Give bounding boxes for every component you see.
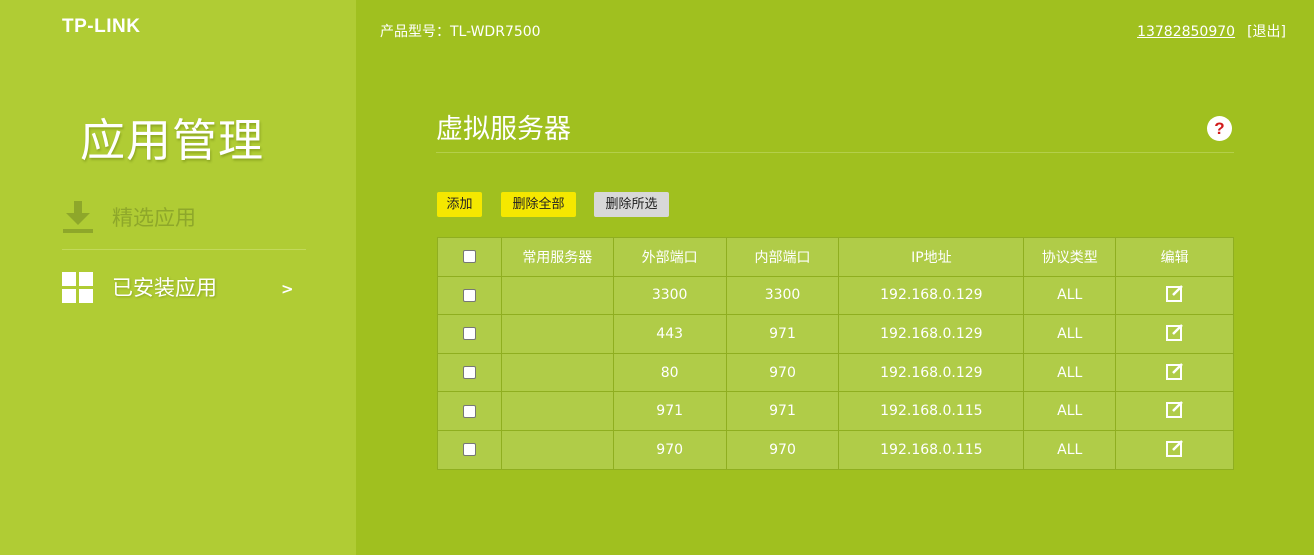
column-header: 内部端口 [725, 237, 840, 277]
edit-cell [1115, 314, 1234, 354]
row-select-cell [437, 275, 502, 316]
sidebar-item-installed-apps[interactable]: 已安装应用 [62, 270, 217, 304]
column-header: 常用服务器 [500, 237, 614, 277]
table-row: 970 970 192.168.0.115 ALL [437, 429, 1234, 470]
chevron-right-icon: > [281, 280, 294, 298]
account-link[interactable]: 13782850970 [1137, 24, 1235, 40]
service-cell [500, 391, 614, 431]
row-checkbox[interactable] [462, 443, 476, 457]
sidebar-item-label: 精选应用 [112, 206, 196, 230]
sidebar-title: 应用管理 [80, 114, 265, 167]
edit-icon[interactable] [1165, 361, 1185, 381]
edit-cell [1115, 275, 1234, 316]
row-select-cell [437, 314, 502, 354]
internal-port-cell: 970 [725, 429, 840, 470]
internal-port-cell: 971 [725, 314, 840, 354]
virtual-server-table: 常用服务器 外部端口 内部端口 IP地址 协议类型 编辑 3300 3300 1… [437, 237, 1234, 470]
ip-address-cell: 192.168.0.115 [838, 429, 1025, 470]
ip-address-cell: 192.168.0.115 [838, 391, 1025, 431]
service-cell [500, 314, 614, 354]
edit-icon[interactable] [1165, 322, 1185, 342]
select-all-checkbox[interactable] [462, 250, 476, 264]
table-row: 443 971 192.168.0.129 ALL [437, 314, 1234, 354]
ip-address-cell: 192.168.0.129 [838, 314, 1025, 354]
table-header-row: 常用服务器 外部端口 内部端口 IP地址 协议类型 编辑 [437, 237, 1234, 277]
delete-all-button[interactable]: 删除全部 [501, 192, 576, 217]
internal-port-cell: 3300 [725, 275, 840, 316]
sidebar-item-label: 已安装应用 [112, 276, 217, 300]
external-port-cell: 970 [612, 429, 727, 470]
row-select-cell [437, 429, 502, 470]
ip-address-cell: 192.168.0.129 [838, 352, 1025, 393]
edit-cell [1115, 391, 1234, 431]
table-row: 80 970 192.168.0.129 ALL [437, 352, 1234, 393]
protocol-cell: ALL [1023, 275, 1117, 316]
product-model: 产品型号：TL-WDR7500 [380, 24, 541, 40]
help-icon[interactable]: ? [1207, 116, 1232, 141]
protocol-cell: ALL [1023, 314, 1117, 354]
row-checkbox[interactable] [462, 288, 476, 302]
tp-link-logo: TP-LINK [62, 16, 141, 37]
add-button[interactable]: 添加 [437, 192, 482, 217]
external-port-cell: 3300 [612, 275, 727, 316]
edit-cell [1115, 352, 1234, 393]
delete-selected-button[interactable]: 删除所选 [594, 192, 669, 217]
protocol-cell: ALL [1023, 391, 1117, 431]
edit-icon[interactable] [1165, 399, 1185, 419]
select-all-cell [437, 237, 502, 277]
edit-icon[interactable] [1165, 438, 1185, 458]
grid-icon [62, 272, 93, 303]
sidebar-item-featured-apps[interactable]: 精选应用 [62, 200, 196, 234]
row-checkbox[interactable] [462, 366, 476, 380]
service-cell [500, 352, 614, 393]
download-icon [63, 201, 93, 233]
column-header: 编辑 [1115, 237, 1234, 277]
internal-port-cell: 971 [725, 391, 840, 431]
account-area: 13782850970 [退出] [1137, 21, 1286, 41]
row-checkbox[interactable] [462, 404, 476, 418]
external-port-cell: 80 [612, 352, 727, 393]
external-port-cell: 443 [612, 314, 727, 354]
row-checkbox[interactable] [462, 327, 476, 341]
sidebar-divider [62, 249, 306, 250]
edit-cell [1115, 429, 1234, 470]
page-title: 虚拟服务器 [436, 114, 571, 145]
column-header: 外部端口 [612, 237, 727, 277]
service-cell [500, 429, 614, 470]
row-select-cell [437, 391, 502, 431]
external-port-cell: 971 [612, 391, 727, 431]
logout-link[interactable]: [退出] [1247, 24, 1286, 40]
protocol-cell: ALL [1023, 429, 1117, 470]
internal-port-cell: 970 [725, 352, 840, 393]
protocol-cell: ALL [1023, 352, 1117, 393]
ip-address-cell: 192.168.0.129 [838, 275, 1025, 316]
table-row: 971 971 192.168.0.115 ALL [437, 391, 1234, 431]
edit-icon[interactable] [1165, 283, 1185, 303]
service-cell [500, 275, 614, 316]
sidebar: TP-LINK 应用管理 精选应用 已安装应用 > [0, 0, 356, 555]
title-divider [436, 152, 1234, 153]
column-header: 协议类型 [1023, 237, 1117, 277]
row-select-cell [437, 352, 502, 393]
table-row: 3300 3300 192.168.0.129 ALL [437, 275, 1234, 316]
column-header: IP地址 [838, 237, 1025, 277]
